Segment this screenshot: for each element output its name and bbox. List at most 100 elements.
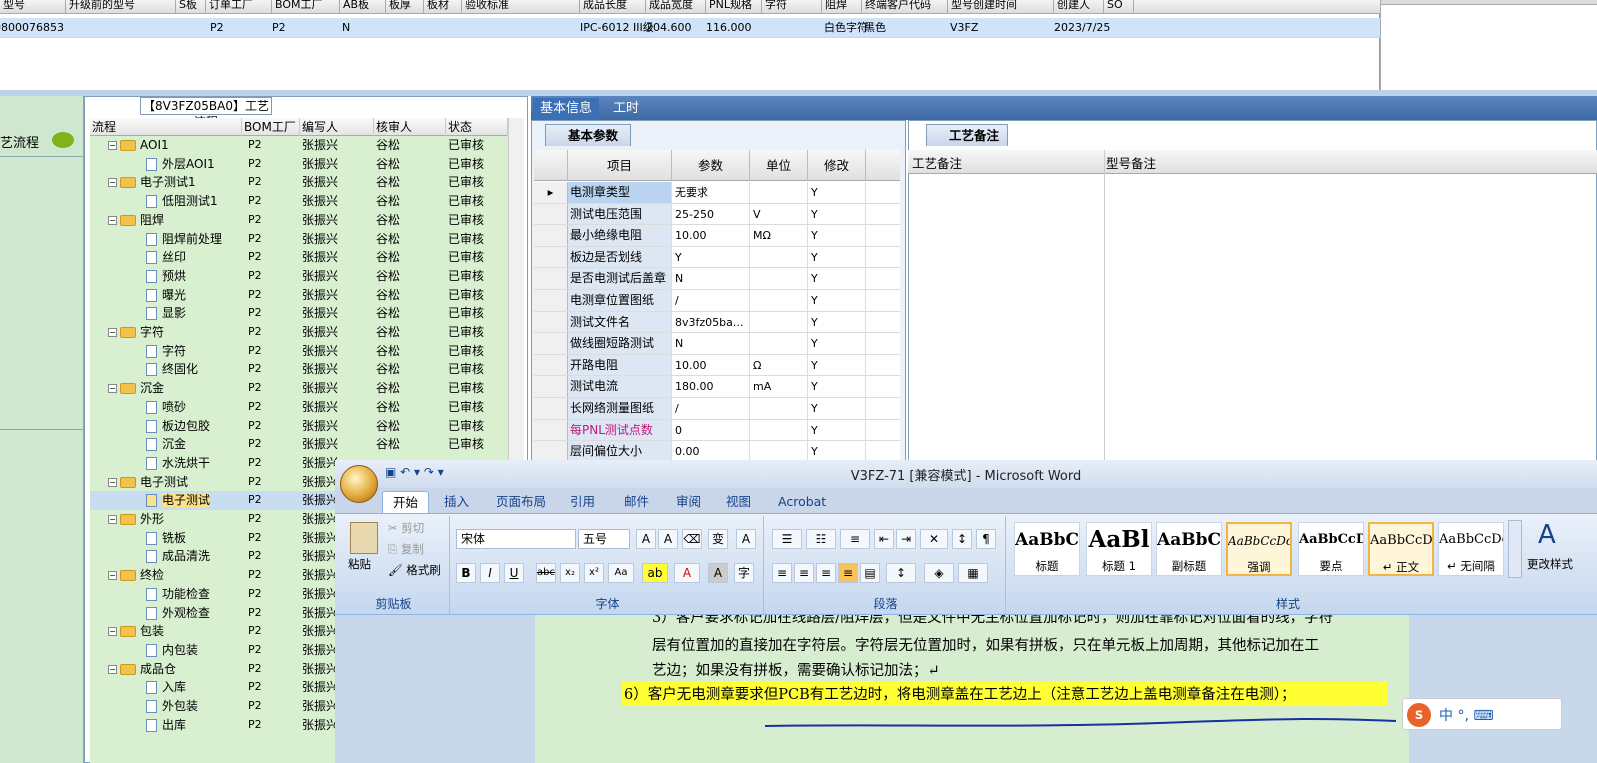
tab-basic-params[interactable]: 基本参数 — [545, 124, 631, 146]
tree-header-cell[interactable]: BOM工厂 — [242, 118, 300, 136]
param-value[interactable]: / — [672, 398, 750, 419]
params-row[interactable]: 最小绝缘电阻 10.00 MΩ Y — [534, 225, 900, 247]
copy-button[interactable]: ⎘ 复制 — [388, 541, 424, 557]
show-marks-icon[interactable]: ¶ — [976, 529, 996, 549]
top-grid-header-cell[interactable]: 升级前的型号 — [66, 0, 176, 14]
style-item[interactable]: AaBbCcDc ↵ 无间隔 — [1438, 522, 1504, 576]
tree-header-cell[interactable]: 编写人 — [300, 118, 374, 136]
nav-process-label[interactable]: 艺流程 — [0, 132, 39, 151]
tab-work-hours[interactable]: 工时 — [606, 98, 646, 120]
collapse-toggle-icon[interactable]: − — [108, 627, 117, 637]
superscript-icon[interactable]: x² — [584, 563, 604, 583]
justify-icon[interactable]: ≡ — [838, 563, 858, 583]
ribbon-tab[interactable]: 插入 — [444, 491, 469, 513]
tree-row[interactable]: 预烘 P2 张振兴 谷松 已审核 — [90, 267, 508, 286]
params-row[interactable]: 开路电阻 10.00 Ω Y — [534, 354, 900, 377]
param-value[interactable]: 0.00 — [672, 441, 750, 462]
tree-row[interactable]: 丝印 P2 张振兴 谷松 已审核 — [90, 248, 508, 267]
tab-process-notes[interactable]: 工艺备注 — [926, 124, 1008, 146]
tree-row[interactable]: 沉金 P2 张振兴 谷松 已审核 — [90, 435, 508, 454]
collapse-toggle-icon[interactable]: − — [108, 178, 117, 188]
collapse-toggle-icon[interactable]: − — [108, 384, 117, 394]
tree-row[interactable]: 显影 P2 张振兴 谷松 已审核 — [90, 304, 508, 323]
tree-row[interactable]: − 阻焊 P2 张振兴 谷松 已审核 — [90, 211, 508, 230]
style-item[interactable]: AaBbC 副标题 — [1156, 522, 1222, 576]
param-value[interactable]: 10.00 — [672, 225, 750, 246]
param-value[interactable]: Y — [672, 246, 750, 268]
enclose-char-icon[interactable]: 字 — [734, 563, 754, 583]
paste-icon[interactable] — [350, 522, 378, 554]
ime-mode[interactable]: 中 °, ⌨ — [1439, 705, 1494, 725]
tree-row[interactable]: − AOI1 P2 张振兴 谷松 已审核 — [90, 136, 508, 155]
top-grid-header-cell[interactable]: 型号 — [0, 0, 66, 14]
style-item[interactable]: AaBl 标题 1 — [1086, 522, 1152, 576]
params-row[interactable]: 测试文件名 8v3fz05ba... Y — [534, 311, 900, 334]
clear-format-icon[interactable]: ⌫ — [682, 529, 702, 549]
top-grid-header-cell[interactable]: 终端客户代码 — [862, 0, 948, 14]
ime-toolbar[interactable]: S 中 °, ⌨ — [1402, 698, 1562, 730]
top-grid-header-cell[interactable]: 字符 — [762, 0, 822, 14]
top-grid-header-cell[interactable]: 订单工厂 — [206, 0, 272, 14]
italic-icon[interactable]: I — [480, 563, 500, 583]
tree-header-cell[interactable]: 核审人 — [374, 118, 446, 136]
tree-row[interactable]: 终固化 P2 张振兴 谷松 已审核 — [90, 360, 508, 379]
ribbon-tab[interactable]: 审阅 — [676, 491, 701, 513]
quick-access-toolbar[interactable]: ▣ ↶ ▾ ↷ ▾ — [385, 465, 485, 483]
param-value[interactable]: 180.00 — [672, 376, 750, 397]
change-styles-button[interactable]: 更改样式 — [1527, 556, 1573, 572]
sort-icon[interactable]: ↕ — [952, 529, 972, 549]
strikethrough-icon[interactable]: abc — [536, 563, 556, 583]
params-header-cell[interactable]: 项目 — [568, 150, 672, 181]
params-row[interactable]: 电测章位置图纸 / Y — [534, 290, 900, 312]
params-row[interactable]: 是否电测试后盖章 N Y — [534, 268, 900, 290]
char-shading-icon[interactable]: A — [708, 563, 728, 583]
top-grid-header-cell[interactable]: SO — [1104, 0, 1134, 14]
bullets-icon[interactable]: ☰ — [772, 529, 802, 549]
tree-row[interactable]: 阻焊前处理 P2 张振兴 谷松 已审核 — [90, 230, 508, 249]
param-value[interactable]: N — [672, 268, 750, 289]
decrease-indent-icon[interactable]: ⇤ — [874, 529, 894, 549]
shrink-font-icon[interactable]: A — [658, 529, 678, 549]
sogou-ime-icon[interactable]: S — [1407, 703, 1431, 727]
params-row[interactable]: 测试电压范围 25-250 V Y — [534, 203, 900, 226]
format-painter-button[interactable]: 🖌 格式刷 — [388, 562, 441, 578]
top-grid-header-cell[interactable]: 验收标准 — [462, 0, 580, 14]
params-row[interactable]: ▸ 电测章类型 无要求 Y — [534, 182, 900, 204]
params-header-cell[interactable]: 单位 — [750, 150, 808, 181]
param-value[interactable]: / — [672, 290, 750, 311]
line-spacing-icon[interactable]: ↕ — [886, 563, 916, 583]
params-header-cell[interactable]: 修改 — [808, 150, 866, 181]
param-value[interactable]: 0 — [672, 419, 750, 441]
collapse-toggle-icon[interactable]: − — [108, 215, 117, 225]
ribbon-tab[interactable]: 引用 — [570, 491, 595, 513]
tree-row[interactable]: − 沉金 P2 张振兴 谷松 已审核 — [90, 379, 508, 398]
ribbon-tab[interactable]: Acrobat — [778, 491, 826, 513]
collapse-toggle-icon[interactable]: − — [108, 515, 117, 524]
top-grid-header-cell[interactable]: 成品长度 — [580, 0, 646, 14]
top-grid-header-cell[interactable]: 型号创建时间 — [948, 0, 1054, 14]
cut-button[interactable]: ✂ 剪切 — [388, 520, 424, 536]
bold-icon[interactable]: B — [456, 563, 476, 583]
collapse-toggle-icon[interactable]: − — [108, 141, 117, 150]
ribbon-tab[interactable]: 邮件 — [624, 491, 649, 513]
numbering-icon[interactable]: ☷ — [806, 529, 836, 549]
shading-icon[interactable]: ◈ — [924, 563, 954, 583]
font-color-icon[interactable]: A — [674, 563, 700, 583]
tree-header-cell[interactable]: 状态 — [446, 118, 508, 136]
tree-scrollbar[interactable] — [508, 118, 524, 463]
paste-button[interactable]: 粘贴 — [348, 556, 371, 572]
tree-row[interactable]: 喷砂 P2 张振兴 谷松 已审核 — [90, 398, 508, 417]
font-size-select[interactable]: 五号 — [578, 529, 630, 549]
multilevel-list-icon[interactable]: ≡ — [840, 529, 870, 549]
top-grid-header-cell[interactable]: 阻焊 — [822, 0, 862, 14]
param-value[interactable]: 25-250 — [672, 203, 750, 225]
tree-row[interactable]: 低阻测试1 P2 张振兴 谷松 已审核 — [90, 192, 508, 211]
style-item[interactable]: AaBbCcDc ↵ 正文 — [1368, 522, 1434, 576]
params-row[interactable]: 长网络测量图纸 / Y — [534, 398, 900, 420]
collapse-toggle-icon[interactable]: − — [108, 664, 117, 674]
subscript-icon[interactable]: x₂ — [560, 563, 580, 583]
highlight-icon[interactable]: ab — [642, 563, 668, 583]
top-grid-header-cell[interactable]: 板厚 — [386, 0, 424, 14]
ribbon-tab[interactable]: 页面布局 — [496, 491, 546, 513]
top-grid-header-cell[interactable]: 板材 — [424, 0, 462, 14]
